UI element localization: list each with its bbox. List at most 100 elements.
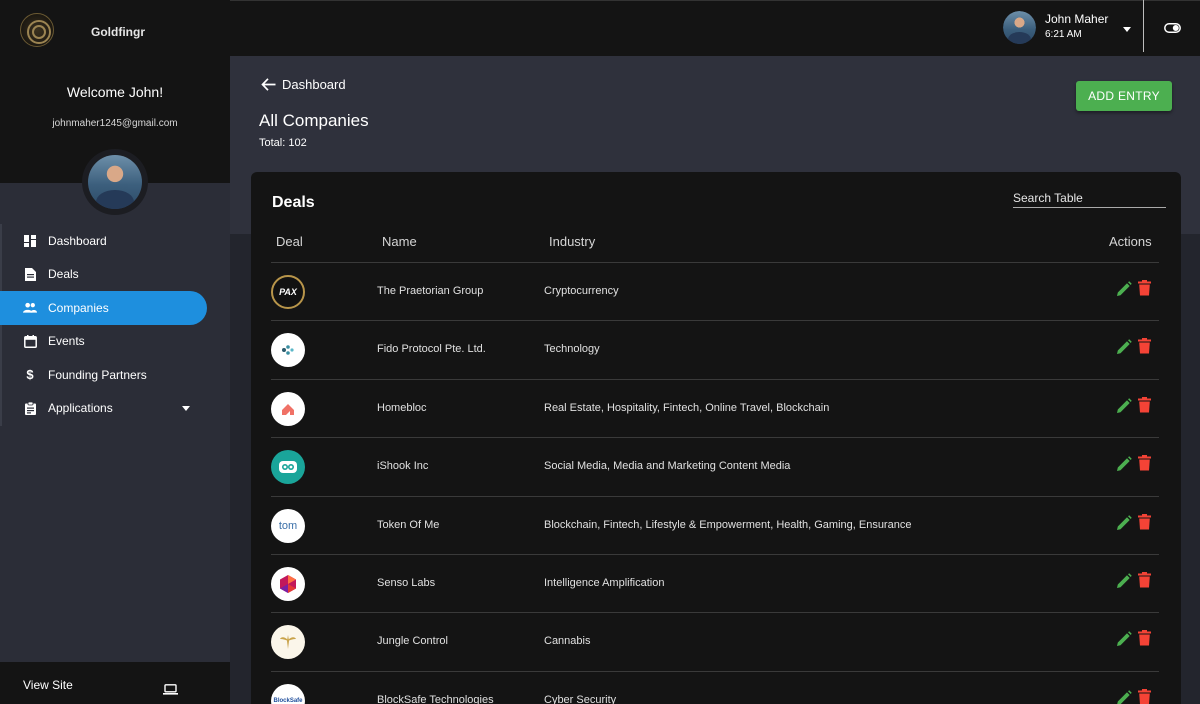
back-to-dashboard-link[interactable]: Dashboard (261, 77, 346, 92)
edit-icon[interactable] (1116, 339, 1132, 360)
edit-icon[interactable] (1116, 398, 1132, 419)
cell-name: Token Of Me (377, 518, 440, 531)
view-site-bar[interactable]: View Site (0, 662, 230, 704)
edit-icon[interactable] (1116, 690, 1132, 704)
table-row[interactable]: tom Token Of Me Blockchain, Fintech, Lif… (271, 495, 1159, 554)
cell-industry: Blockchain, Fintech, Lifestyle & Empower… (544, 518, 912, 531)
deal-logo (271, 391, 305, 426)
deals-table-card: Deals Deal Name Industry Actions PAX The… (251, 172, 1181, 704)
brand-logo-icon (20, 13, 54, 47)
table-row[interactable]: BlockSafe BlockSafe Technologies Cyber S… (271, 670, 1159, 704)
logo-text: PAX (279, 287, 297, 297)
current-time: 6:21 AM (1045, 29, 1082, 40)
delete-icon[interactable] (1138, 396, 1151, 418)
deal-logo (271, 625, 305, 660)
sidebar-item-companies[interactable]: Companies (0, 291, 207, 325)
dollar-icon: $ (26, 367, 34, 383)
sidebar-nav: Dashboard Deals Companies Events $ Found… (0, 224, 230, 425)
brand-name: Goldfingr (91, 25, 145, 39)
calendar-icon (23, 334, 37, 348)
cell-name: BlockSafe Technologies (377, 693, 494, 704)
sidebar-item-label: Events (48, 334, 85, 349)
delete-icon[interactable] (1138, 338, 1151, 359)
column-header-industry: Industry (549, 234, 596, 249)
cell-industry: Cryptocurrency (544, 285, 619, 297)
edit-icon[interactable] (1116, 573, 1132, 594)
edit-icon[interactable] (1116, 456, 1132, 477)
table-row[interactable]: Fido Protocol Pte. Ltd. Technology (271, 320, 1159, 378)
sidebar-item-dashboard[interactable]: Dashboard (0, 224, 230, 258)
table-row[interactable]: Jungle Control Cannabis (271, 612, 1159, 670)
user-menu-chevron-down-icon[interactable] (1123, 27, 1131, 32)
page-title: All Companies (259, 111, 369, 130)
sidebar-avatar (82, 149, 148, 215)
total-count: Total: 102 (259, 137, 307, 149)
avatar-image (88, 155, 142, 209)
sidebar-item-label: Applications (48, 401, 113, 416)
cell-industry: Cyber Security (544, 693, 617, 704)
search-table-input[interactable] (1013, 188, 1166, 208)
cell-industry: Cannabis (544, 635, 591, 648)
table-row[interactable]: Senso Labs Intelligence Amplification (271, 553, 1159, 612)
welcome-text: Welcome John! (66, 84, 164, 100)
cell-name: Fido Protocol Pte. Ltd. (377, 343, 486, 356)
deal-logo (271, 333, 305, 368)
column-header-name: Name (382, 234, 417, 249)
delete-icon[interactable] (1138, 571, 1151, 593)
cell-industry: Real Estate, Hospitality, Fintech, Onlin… (544, 401, 830, 414)
column-header-deal: Deal (276, 234, 303, 249)
clipboard-icon (23, 401, 37, 415)
table-row[interactable]: iShook Inc Social Media, Media and Marke… (271, 437, 1159, 495)
cell-name: Homebloc (377, 401, 427, 414)
column-header-actions: Actions (1109, 234, 1152, 249)
deal-logo (271, 450, 305, 485)
sidebar-item-deals[interactable]: Deals (0, 258, 230, 292)
arrow-left-icon (261, 78, 276, 91)
delete-icon[interactable] (1138, 630, 1151, 651)
sidebar-item-label: Deals (48, 267, 79, 282)
delete-icon[interactable] (1138, 513, 1151, 535)
sidebar-item-label: Companies (48, 300, 109, 315)
sidebar-item-founding-partners[interactable]: $ Founding Partners (0, 358, 230, 392)
delete-icon[interactable] (1138, 455, 1151, 476)
top-bar-divider (1143, 0, 1144, 52)
delete-icon[interactable] (1138, 688, 1151, 704)
sidebar-item-label: Dashboard (48, 233, 107, 248)
table-body: PAX The Praetorian Group Cryptocurrency … (271, 262, 1159, 704)
laptop-icon[interactable] (163, 682, 178, 700)
user-email: johnmaher1245@gmail.com (52, 118, 178, 129)
table-title: Deals (272, 194, 315, 211)
cell-industry: Social Media, Media and Marketing Conten… (544, 460, 791, 473)
table-row[interactable]: Homebloc Real Estate, Hospitality, Finte… (271, 378, 1159, 437)
cell-name: Jungle Control (377, 635, 448, 648)
theme-toggle-icon[interactable] (1164, 20, 1181, 38)
edit-icon[interactable] (1116, 631, 1132, 652)
cell-industry: Technology (544, 343, 600, 356)
add-entry-button[interactable]: ADD ENTRY (1076, 81, 1172, 111)
table-row[interactable]: PAX The Praetorian Group Cryptocurrency (271, 262, 1159, 320)
cell-name: The Praetorian Group (377, 285, 484, 297)
avatar-image (1003, 11, 1036, 44)
logo-text: BlockSafe (273, 697, 303, 704)
chevron-down-icon[interactable] (182, 405, 190, 411)
sidebar-item-applications[interactable]: Applications (0, 392, 230, 426)
document-icon (23, 267, 37, 281)
view-site-link[interactable]: View Site (23, 678, 73, 692)
user-avatar[interactable] (1003, 11, 1036, 44)
brand[interactable] (20, 13, 54, 47)
deal-logo (271, 566, 305, 601)
people-icon (23, 301, 37, 315)
logo-text: tom (278, 519, 298, 532)
delete-icon[interactable] (1138, 280, 1151, 301)
deal-logo: tom (271, 508, 305, 543)
back-link-label: Dashboard (282, 77, 346, 92)
sidebar-item-events[interactable]: Events (0, 325, 230, 359)
user-name[interactable]: John Maher (1045, 12, 1108, 26)
edit-icon[interactable] (1116, 281, 1132, 302)
deal-logo: BlockSafe (271, 683, 305, 704)
edit-icon[interactable] (1116, 514, 1132, 536)
sidebar-item-label: Founding Partners (48, 367, 147, 382)
cell-industry: Intelligence Amplification (544, 576, 665, 589)
top-bar (230, 0, 1200, 56)
cell-name: Senso Labs (377, 576, 436, 589)
